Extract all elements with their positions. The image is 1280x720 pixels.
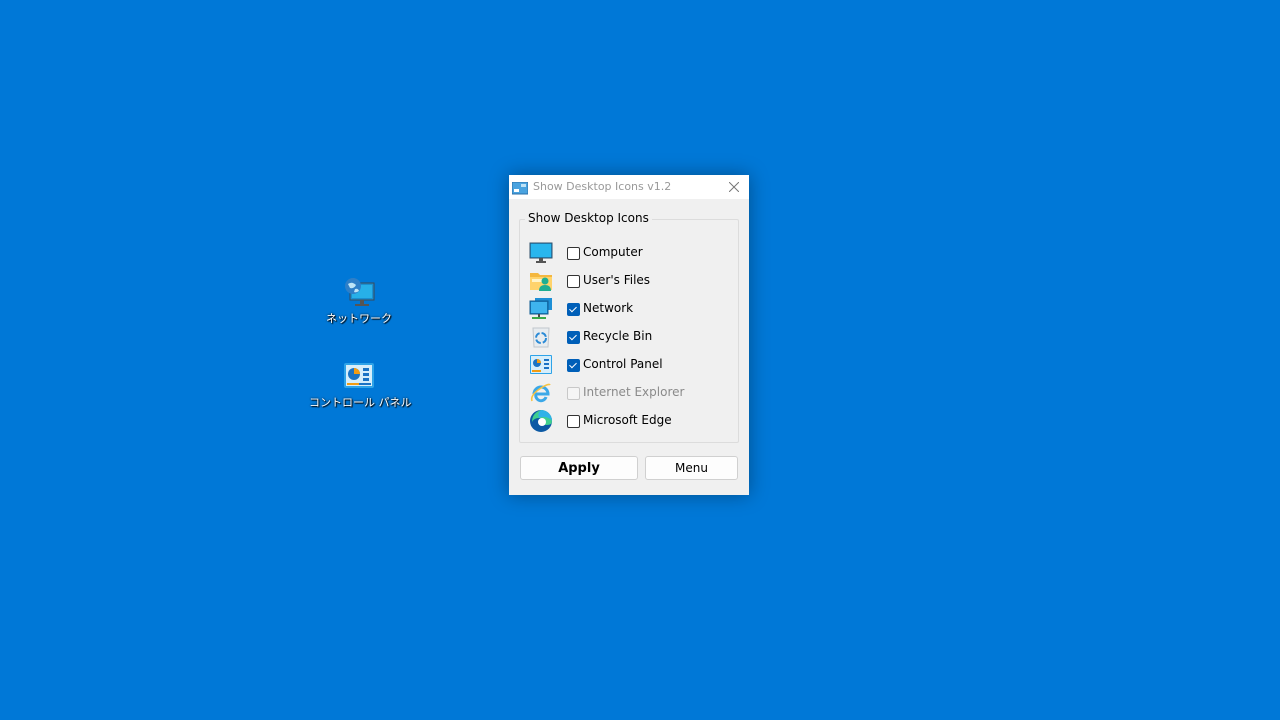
option-label: Microsoft Edge [583,413,672,427]
network-checkbox[interactable] [567,303,580,316]
option-label: Control Panel [583,357,663,371]
control-panel-checkbox[interactable] [567,359,580,372]
window-title: Show Desktop Icons v1.2 [533,180,672,193]
option-control-panel[interactable]: Control Panel [529,353,729,377]
control-panel-icon [342,360,376,394]
apply-button[interactable]: Apply [520,456,638,480]
show-desktop-icons-window: Show Desktop Icons v1.2 Show Desktop Ico… [509,175,749,495]
menu-button[interactable]: Menu [645,456,738,480]
desktop-icon-label: コントロール パネル [309,396,412,409]
option-label: Internet Explorer [583,385,685,399]
option-computer[interactable]: Computer [529,241,729,265]
close-icon [729,182,739,192]
option-label: User's Files [583,273,651,287]
close-button[interactable] [719,175,749,199]
desktop-icon-network[interactable]: ネットワーク [309,276,409,326]
option-label: Computer [583,245,643,259]
user-folder-icon [529,269,553,293]
option-label: Recycle Bin [583,329,653,343]
recycle-bin-icon [529,325,553,349]
computer-icon [529,241,553,265]
groupbox-label: Show Desktop Icons [525,211,652,225]
internet-explorer-icon [529,381,553,405]
recycle-bin-checkbox[interactable] [567,331,580,344]
internet-explorer-checkbox [567,387,580,400]
control-panel-icon [529,353,553,377]
users-files-checkbox[interactable] [567,275,580,288]
computer-checkbox[interactable] [567,247,580,260]
app-icon [511,180,529,195]
option-microsoft-edge[interactable]: Microsoft Edge [529,409,729,433]
title-bar[interactable]: Show Desktop Icons v1.2 [509,175,749,199]
desktop-icon-control-panel[interactable]: コントロール パネル [309,360,412,410]
network-icon [342,276,376,310]
option-internet-explorer: Internet Explorer [529,381,729,405]
microsoft-edge-checkbox[interactable] [567,415,580,428]
option-label: Network [583,301,634,315]
option-network[interactable]: Network [529,297,729,321]
option-recycle-bin[interactable]: Recycle Bin [529,325,729,349]
desktop-icon-label: ネットワーク [326,312,392,325]
network-icon [529,297,553,321]
microsoft-edge-icon [529,409,553,433]
option-users-files[interactable]: User's Files [529,269,729,293]
